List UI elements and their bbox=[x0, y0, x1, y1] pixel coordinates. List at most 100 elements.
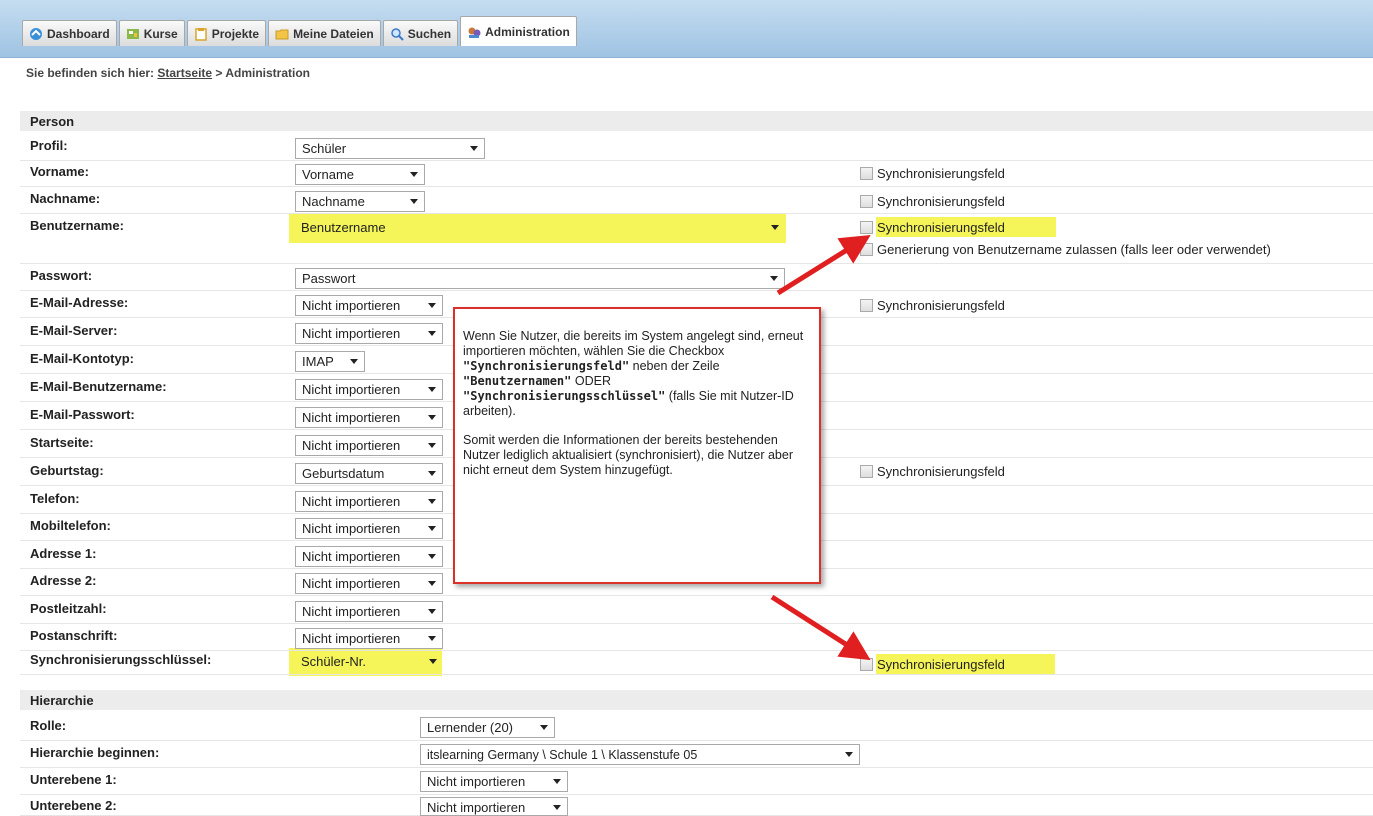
field-select[interactable]: IMAP bbox=[295, 351, 365, 372]
sync-email-adresse[interactable]: Synchronisierungsfeld bbox=[860, 298, 1005, 313]
field-label: Unterebene 1: bbox=[30, 772, 117, 787]
field-select[interactable]: Nicht importieren bbox=[295, 435, 443, 456]
sync-label: Synchronisierungsfeld bbox=[877, 166, 1005, 181]
field-select[interactable]: Nicht importieren bbox=[295, 379, 443, 400]
chevron-down-icon bbox=[429, 659, 437, 664]
checkbox[interactable] bbox=[860, 465, 873, 478]
field-label: Unterebene 2: bbox=[30, 798, 117, 813]
field-select[interactable]: Nicht importieren bbox=[295, 323, 443, 344]
select-value: Nachname bbox=[302, 194, 365, 209]
field-label: Postleitzahl: bbox=[30, 601, 107, 616]
callout-text: Wenn Sie Nutzer, die bereits im System a… bbox=[463, 329, 804, 358]
callout-paragraph-1: Wenn Sie Nutzer, die bereits im System a… bbox=[463, 329, 811, 419]
field-select[interactable]: Nicht importieren bbox=[420, 797, 568, 816]
tab-label: Meine Dateien bbox=[293, 26, 374, 41]
field-select[interactable]: Vorname bbox=[295, 164, 425, 185]
field-label: E-Mail-Adresse: bbox=[30, 295, 129, 310]
sync-label: Synchronisierungsfeld bbox=[877, 194, 1005, 209]
field-label: Vorname: bbox=[30, 164, 89, 179]
callout-text: neben der Zeile bbox=[632, 359, 720, 373]
breadcrumb-prefix: Sie befinden sich hier: bbox=[26, 66, 155, 80]
field-select[interactable]: Lernender (20) bbox=[420, 717, 555, 738]
chevron-down-icon bbox=[428, 636, 436, 641]
select-value: Nicht importieren bbox=[302, 549, 401, 564]
field-select[interactable]: Nicht importieren bbox=[295, 546, 443, 567]
tab-dashboard[interactable]: Dashboard bbox=[22, 20, 117, 46]
chevron-down-icon bbox=[428, 443, 436, 448]
sync-nachname[interactable]: Synchronisierungsfeld bbox=[860, 194, 1005, 209]
admin-icon bbox=[467, 25, 481, 39]
field-select[interactable]: Schüler bbox=[295, 138, 485, 159]
courses-icon bbox=[126, 27, 140, 41]
chevron-down-icon bbox=[410, 172, 418, 177]
chevron-down-icon bbox=[428, 554, 436, 559]
field-select[interactable]: itslearning Germany \ Schule 1 \ Klassen… bbox=[420, 744, 860, 765]
form-row: Unterebene 2: bbox=[20, 794, 1373, 816]
field-select[interactable]: Schüler-Nr. bbox=[295, 652, 443, 673]
allow-username-generation[interactable]: Generierung von Benutzername zulassen (f… bbox=[860, 242, 1271, 257]
chevron-down-icon bbox=[428, 581, 436, 586]
sync-benutzername[interactable]: Synchronisierungsfeld bbox=[860, 220, 1005, 235]
chevron-down-icon bbox=[428, 499, 436, 504]
field-select[interactable]: Nicht importieren bbox=[420, 771, 568, 792]
chevron-down-icon bbox=[770, 276, 778, 281]
sync-vorname[interactable]: Synchronisierungsfeld bbox=[860, 166, 1005, 181]
field-label: Startseite: bbox=[30, 435, 94, 450]
field-select[interactable]: Nicht importieren bbox=[295, 407, 443, 428]
field-select[interactable]: Nicht importieren bbox=[295, 491, 443, 512]
field-select[interactable]: Benutzername bbox=[295, 218, 785, 239]
select-value: IMAP bbox=[302, 354, 334, 369]
select-value: Passwort bbox=[302, 271, 356, 286]
checkbox[interactable] bbox=[860, 221, 873, 234]
select-value: Nicht importieren bbox=[302, 604, 401, 619]
folder-icon bbox=[275, 27, 289, 41]
sync-geburtstag[interactable]: Synchronisierungsfeld bbox=[860, 464, 1005, 479]
callout-strong-sync: "Synchronisierungsfeld" bbox=[463, 359, 630, 373]
tab-suchen[interactable]: Suchen bbox=[382, 20, 459, 46]
tab-kurse[interactable]: Kurse bbox=[118, 20, 185, 46]
chevron-down-icon bbox=[428, 471, 436, 476]
checkbox[interactable] bbox=[860, 658, 873, 671]
select-value: Benutzername bbox=[301, 220, 386, 235]
tab-list: Dashboard Kurse Projekte Meine Dateien S… bbox=[22, 16, 577, 46]
field-label: E-Mail-Passwort: bbox=[30, 407, 135, 422]
field-select[interactable]: Nachname bbox=[295, 191, 425, 212]
checkbox[interactable] bbox=[860, 167, 873, 180]
tab-projekte[interactable]: Projekte bbox=[186, 20, 267, 46]
chevron-down-icon bbox=[428, 303, 436, 308]
chevron-down-icon bbox=[428, 526, 436, 531]
callout-strong-synckey: "Synchronisierungsschlüssel" bbox=[463, 389, 666, 403]
field-select[interactable]: Nicht importieren bbox=[295, 518, 443, 539]
select-value: Nicht importieren bbox=[427, 774, 526, 789]
chevron-down-icon bbox=[553, 779, 561, 784]
chevron-down-icon bbox=[771, 225, 779, 230]
field-select[interactable]: Nicht importieren bbox=[295, 628, 443, 649]
sync-label: Synchronisierungsfeld bbox=[877, 298, 1005, 313]
checkbox[interactable] bbox=[860, 243, 873, 256]
field-select[interactable]: Nicht importieren bbox=[295, 295, 443, 316]
field-label: Adresse 2: bbox=[30, 573, 97, 588]
sync-synchronisierungsschluessel[interactable]: Synchronisierungsfeld bbox=[860, 657, 1005, 672]
field-label: Geburtstag: bbox=[30, 463, 104, 478]
sync-label: Synchronisierungsfeld bbox=[877, 464, 1005, 479]
select-value: Vorname bbox=[302, 167, 355, 182]
field-select[interactable]: Nicht importieren bbox=[295, 573, 443, 594]
tab-administration[interactable]: Administration bbox=[460, 16, 577, 46]
field-select[interactable]: Passwort bbox=[295, 268, 785, 289]
breadcrumb-link-startseite[interactable]: Startseite bbox=[157, 66, 212, 80]
checkbox[interactable] bbox=[860, 195, 873, 208]
section-hierarchie: Hierarchie bbox=[20, 690, 1373, 710]
search-icon bbox=[390, 27, 404, 41]
callout-paragraph-2: Somit werden die Informationen der berei… bbox=[463, 433, 793, 477]
tab-meine-dateien[interactable]: Meine Dateien bbox=[268, 20, 381, 46]
field-select[interactable]: Nicht importieren bbox=[295, 601, 443, 622]
checkbox[interactable] bbox=[860, 299, 873, 312]
select-value: Nicht importieren bbox=[302, 494, 401, 509]
generation-label: Generierung von Benutzername zulassen (f… bbox=[877, 242, 1271, 257]
form-row: Unterebene 1: bbox=[20, 768, 1373, 795]
field-label: E-Mail-Kontotyp: bbox=[30, 351, 134, 366]
chevron-down-icon bbox=[845, 752, 853, 757]
field-label: E-Mail-Benutzername: bbox=[30, 379, 167, 394]
field-select[interactable]: Geburtsdatum bbox=[295, 463, 443, 484]
field-label: Nachname: bbox=[30, 191, 101, 206]
